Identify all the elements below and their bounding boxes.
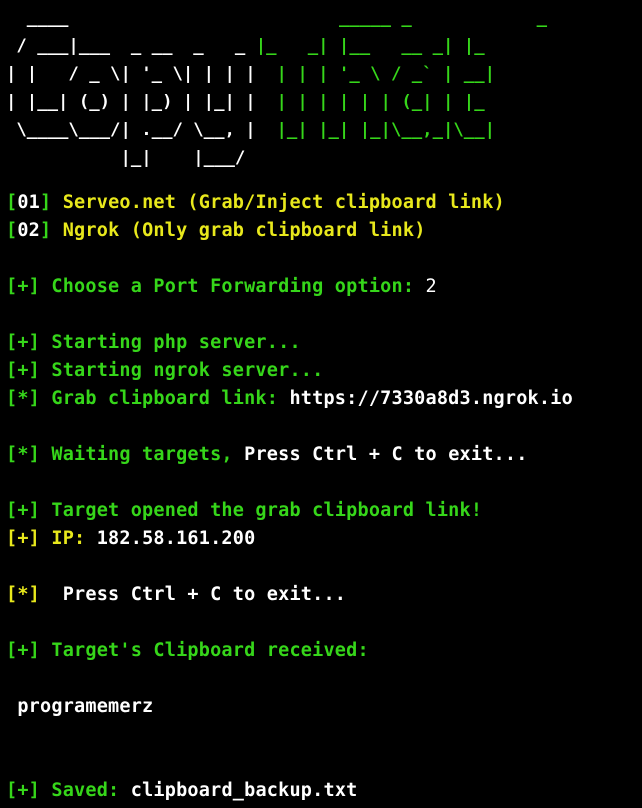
saved-file: [+] Saved: clipboard_backup.txt — [6, 777, 358, 805]
prompt-input-value[interactable]: 2 — [426, 276, 437, 297]
status-text: Starting php server... — [40, 332, 301, 353]
clipboard-received: [+] Target's Clipboard received: — [6, 637, 369, 665]
option-label: Ngrok (Only grab clipboard link) — [51, 220, 426, 241]
banner-copy-line-1: ____ — [6, 8, 69, 28]
banner-copy-line-4: | |__| (_) | |_) | |_| | — [6, 92, 256, 112]
option-bracket-close: ] — [40, 192, 52, 213]
saved-prefix: [+] — [6, 780, 41, 801]
option-label: Serveo.net (Grab/Inject clipboard link) — [51, 192, 505, 213]
waiting-prefix: [*] — [6, 444, 41, 465]
status-text: Grab clipboard link: — [40, 388, 290, 409]
banner-copy-line-5: \____\___/| .__/ \__, | — [6, 120, 256, 140]
banner-that-line-4: | | | | | | (_| | |_ — [255, 92, 495, 112]
option-number: 02 — [17, 220, 41, 241]
option-bracket-close: ] — [40, 220, 52, 241]
target-text: Target opened the grab clipboard link! — [40, 500, 483, 521]
status-prefix: [+] — [6, 332, 41, 353]
prompt-prefix: [+] — [6, 276, 41, 297]
option-bracket-open: [ — [6, 192, 18, 213]
option-number: 01 — [17, 192, 41, 213]
waiting-text: Waiting targets, — [40, 444, 245, 465]
banner-that-line-3: | | | '_ \ / _` | __| — [255, 64, 496, 84]
status-prefix: [*] — [6, 388, 41, 409]
ip-label: IP: — [40, 528, 97, 549]
status-grab-link: [*] Grab clipboard link: https://7330a8d… — [6, 385, 573, 413]
status-php: [+] Starting php server... — [6, 329, 301, 357]
status-prefix: [+] — [6, 360, 41, 381]
target-prefix: [+] — [6, 500, 41, 521]
clipboard-prefix: [+] — [6, 640, 41, 661]
option-bracket-open: [ — [6, 220, 18, 241]
saved-label: Saved: — [40, 780, 131, 801]
port-forwarding-prompt: [+] Choose a Port Forwarding option: 2 — [6, 273, 437, 301]
banner-copy-line-6: |_| |___/ — [6, 148, 256, 168]
terminal-window[interactable]: ____ _____ _ _ / ___|___ _ __ _ _ |_ _| … — [0, 0, 642, 808]
banner-that-line-2: |_ _| |__ __ _| |_ — [255, 36, 495, 56]
exit-prefix: [*] — [6, 584, 41, 605]
saved-filename[interactable]: clipboard_backup.txt — [131, 780, 358, 801]
menu-option-02: [02] Ngrok (Only grab clipboard link) — [6, 217, 426, 245]
target-opened: [+] Target opened the grab clipboard lin… — [6, 497, 482, 525]
prompt-text: Choose a Port Forwarding option: — [40, 276, 426, 297]
exit-text: Press Ctrl + C to exit... — [40, 584, 347, 605]
waiting-exit-hint: Press Ctrl + C to exit... — [244, 444, 528, 465]
grab-link-url[interactable]: https://7330a8d3.ngrok.io — [289, 388, 572, 409]
menu-option-01: [01] Serveo.net (Grab/Inject clipboard l… — [6, 189, 505, 217]
status-ngrok: [+] Starting ngrok server... — [6, 357, 323, 385]
ip-prefix: [+] — [6, 528, 41, 549]
exit-notice: [*] Press Ctrl + C to exit... — [6, 581, 346, 609]
target-ip: [+] IP: 182.58.161.200 — [6, 525, 255, 553]
ascii-banner: ____ _____ _ _ / ___|___ _ __ _ _ |_ _| … — [6, 4, 578, 172]
banner-that-line-1: _____ _ _ — [68, 8, 579, 28]
banner-that-line-5: |_| |_| |_|\__,_|\__| — [255, 120, 496, 140]
clipboard-content: programemerz — [6, 696, 154, 717]
waiting-targets: [*] Waiting targets, Press Ctrl + C to e… — [6, 441, 528, 469]
banner-copy-line-2: / ___|___ _ __ _ _ — [6, 36, 256, 56]
clipboard-text: Target's Clipboard received: — [40, 640, 369, 661]
status-text: Starting ngrok server... — [40, 360, 324, 381]
banner-copy-line-3: | | / _ \| '_ \| | | | — [6, 64, 256, 84]
ip-value: 182.58.161.200 — [96, 528, 256, 549]
